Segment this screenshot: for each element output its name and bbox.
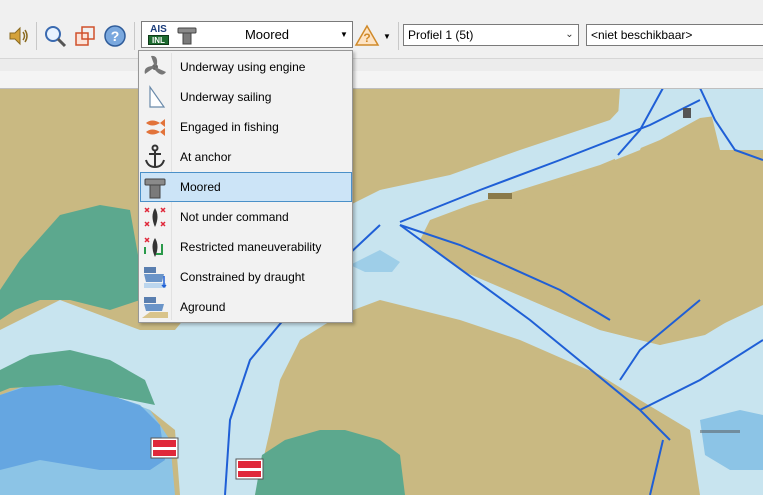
svg-text:?: ? [111, 28, 120, 44]
sail-icon [149, 85, 166, 108]
dropdown-arrow-icon[interactable]: ▼ [377, 19, 397, 53]
toolbar-bottom-strip [0, 58, 763, 72]
menu-item-label: Engaged in fishing [180, 120, 279, 134]
not-under-command-icon [144, 207, 166, 227]
mooring-bollard-icon [144, 178, 166, 199]
svg-text:?: ? [363, 31, 370, 45]
profile-select[interactable]: Profiel 1 (5t) ⌄ [403, 24, 579, 46]
ais-badge-top: AIS [145, 24, 172, 35]
unavailable-value: <niet beschikbaar> [591, 28, 693, 42]
help-icon[interactable]: ? [100, 19, 130, 53]
menu-item-constrained-draught[interactable]: Constrained by draught [140, 262, 351, 292]
main-toolbar: ? AIS INL Moored ▼ ? ▼ Profiel 1 (5t) ⌄ … [0, 0, 763, 89]
menu-item-label: Moored [180, 180, 221, 194]
profile-selected-value: Profiel 1 (5t) [408, 28, 474, 42]
menu-item-restricted-maneuverability[interactable]: Restricted maneuverability [140, 232, 351, 262]
menu-item-underway-engine[interactable]: Underway using engine [140, 52, 351, 82]
menu-item-label: Underway sailing [180, 90, 272, 104]
ais-badge-bottom: INL [148, 35, 169, 45]
windows-icon[interactable] [70, 19, 100, 53]
chevron-down-icon[interactable]: ⌄ [561, 25, 578, 45]
magnifier-icon[interactable] [40, 19, 70, 53]
menu-item-fishing[interactable]: Engaged in fishing [140, 112, 351, 142]
restricted-maneuverability-icon [144, 237, 163, 257]
menu-item-label: At anchor [180, 150, 232, 164]
menu-item-label: Underway using engine [180, 60, 306, 74]
speaker-icon[interactable] [4, 19, 34, 53]
menu-item-label: Restricted maneuverability [180, 240, 322, 254]
unavailable-field[interactable]: <niet beschikbaar> [586, 24, 763, 46]
anchor-icon [145, 144, 165, 169]
ais-inland-icon: AIS INL [145, 24, 172, 46]
fish-icon [146, 119, 165, 136]
toolbar-separator-bar [0, 71, 763, 89]
aground-icon [142, 297, 168, 318]
navigation-status-combo[interactable]: AIS INL Moored ▼ [141, 21, 353, 48]
menu-item-label: Constrained by draught [180, 270, 305, 284]
propeller-icon [144, 55, 166, 75]
menu-item-label: Aground [180, 300, 226, 314]
menu-item-label: Not under command [180, 210, 289, 224]
draught-icon [144, 267, 167, 289]
mooring-bollard-icon [177, 27, 197, 45]
combo-selected-value: Moored [244, 27, 290, 42]
chevron-down-icon[interactable]: ▼ [339, 22, 349, 47]
menu-item-aground[interactable]: Aground [140, 292, 351, 322]
menu-item-at-anchor[interactable]: At anchor [140, 142, 351, 172]
navigation-status-menu: Underway using engine Underway sailing E… [138, 50, 353, 323]
menu-item-underway-sailing[interactable]: Underway sailing [140, 82, 351, 112]
menu-item-not-under-command[interactable]: Not under command [140, 202, 351, 232]
nautical-chart-map[interactable] [0, 88, 763, 495]
menu-item-moored[interactable]: Moored [140, 172, 352, 202]
